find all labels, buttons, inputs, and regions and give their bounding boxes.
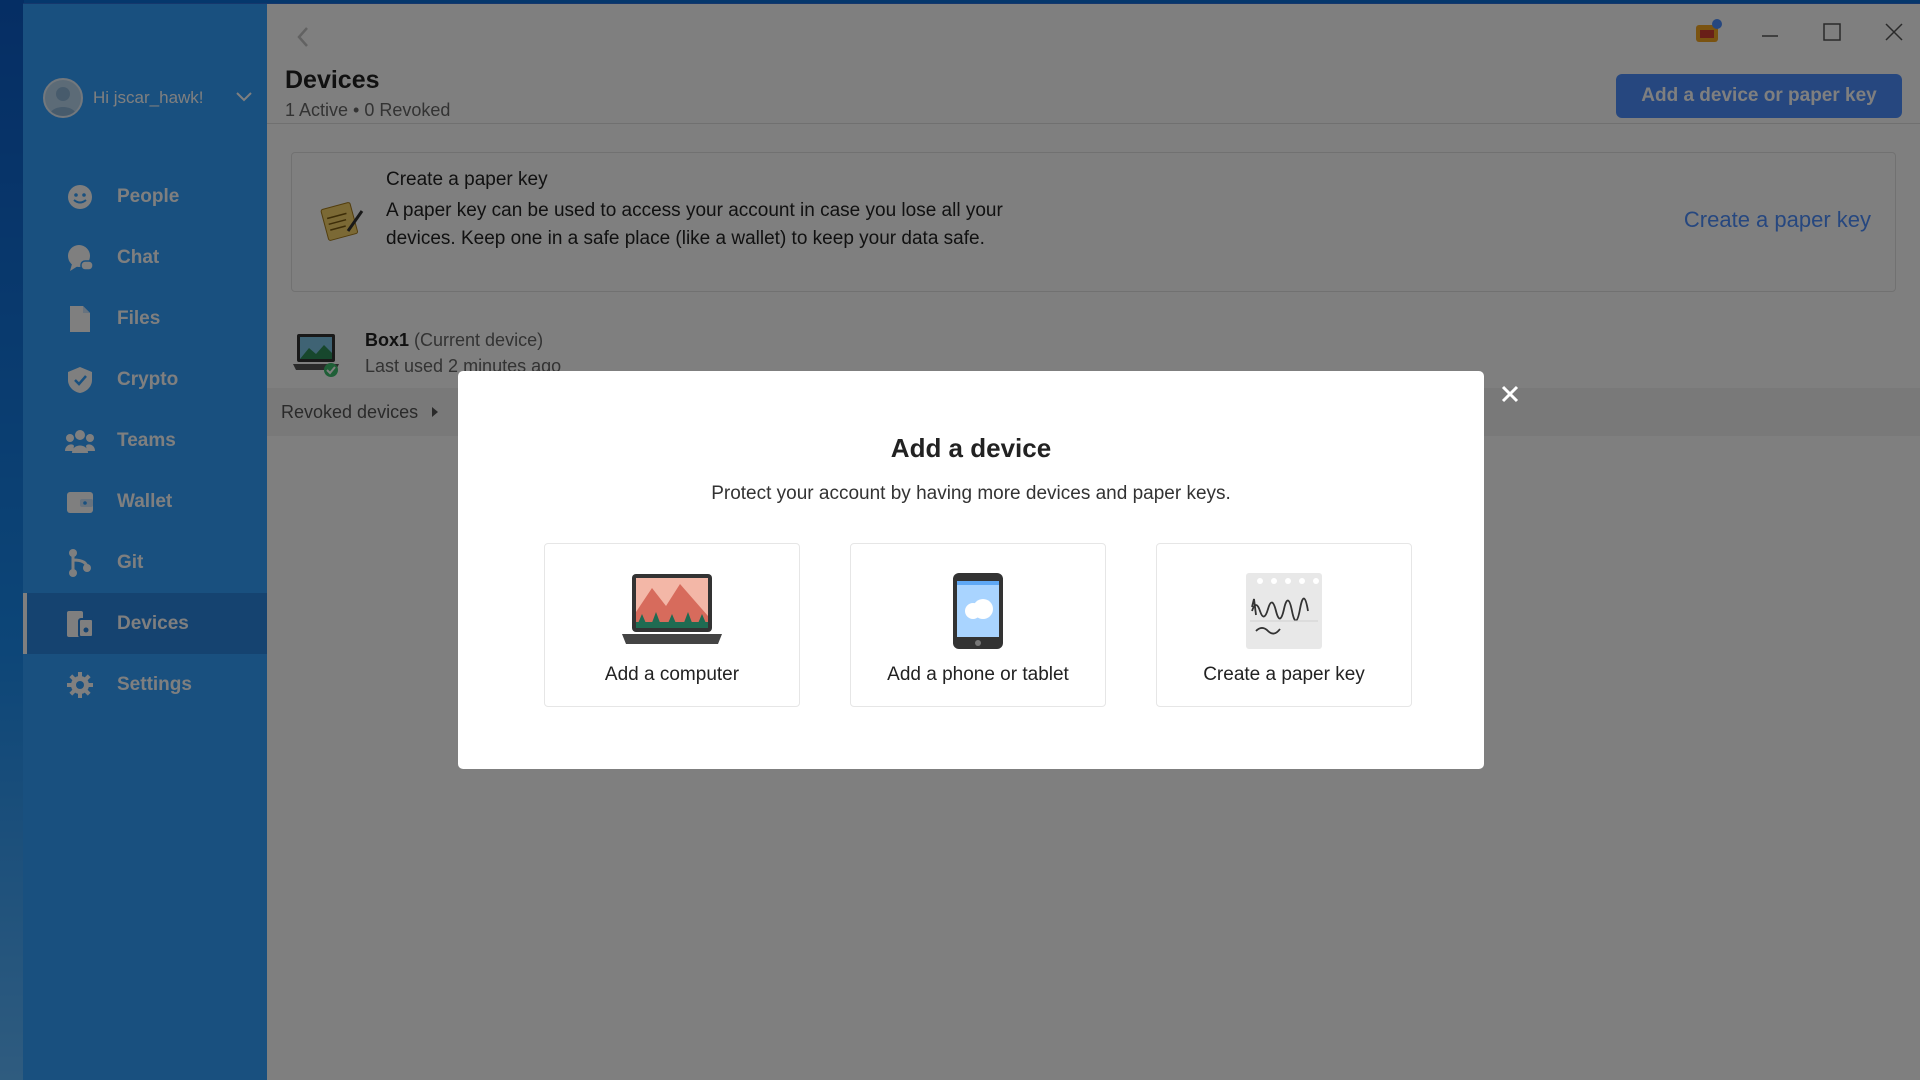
add-phone-option[interactable]: Add a phone or tablet: [850, 543, 1106, 707]
add-computer-option[interactable]: Add a computer: [544, 543, 800, 707]
modal-subtitle: Protect your account by having more devi…: [711, 483, 1231, 504]
close-icon[interactable]: [1498, 382, 1522, 406]
modal-title: Add a device: [890, 433, 1052, 463]
add-device-modal: Add a device Protect your account by hav…: [458, 371, 1484, 769]
computer-icon: [622, 544, 722, 664]
option-label: Add a phone or tablet: [887, 664, 1069, 685]
phone-icon: [951, 544, 1005, 664]
option-label: Add a computer: [604, 664, 740, 685]
create-paper-key-option[interactable]: Create a paper key: [1156, 543, 1412, 707]
device-options: Add a computer Add a phone or tablet Cre…: [544, 543, 1412, 707]
option-label: Create a paper key: [1203, 664, 1365, 685]
paper-key-icon: [1244, 544, 1324, 664]
